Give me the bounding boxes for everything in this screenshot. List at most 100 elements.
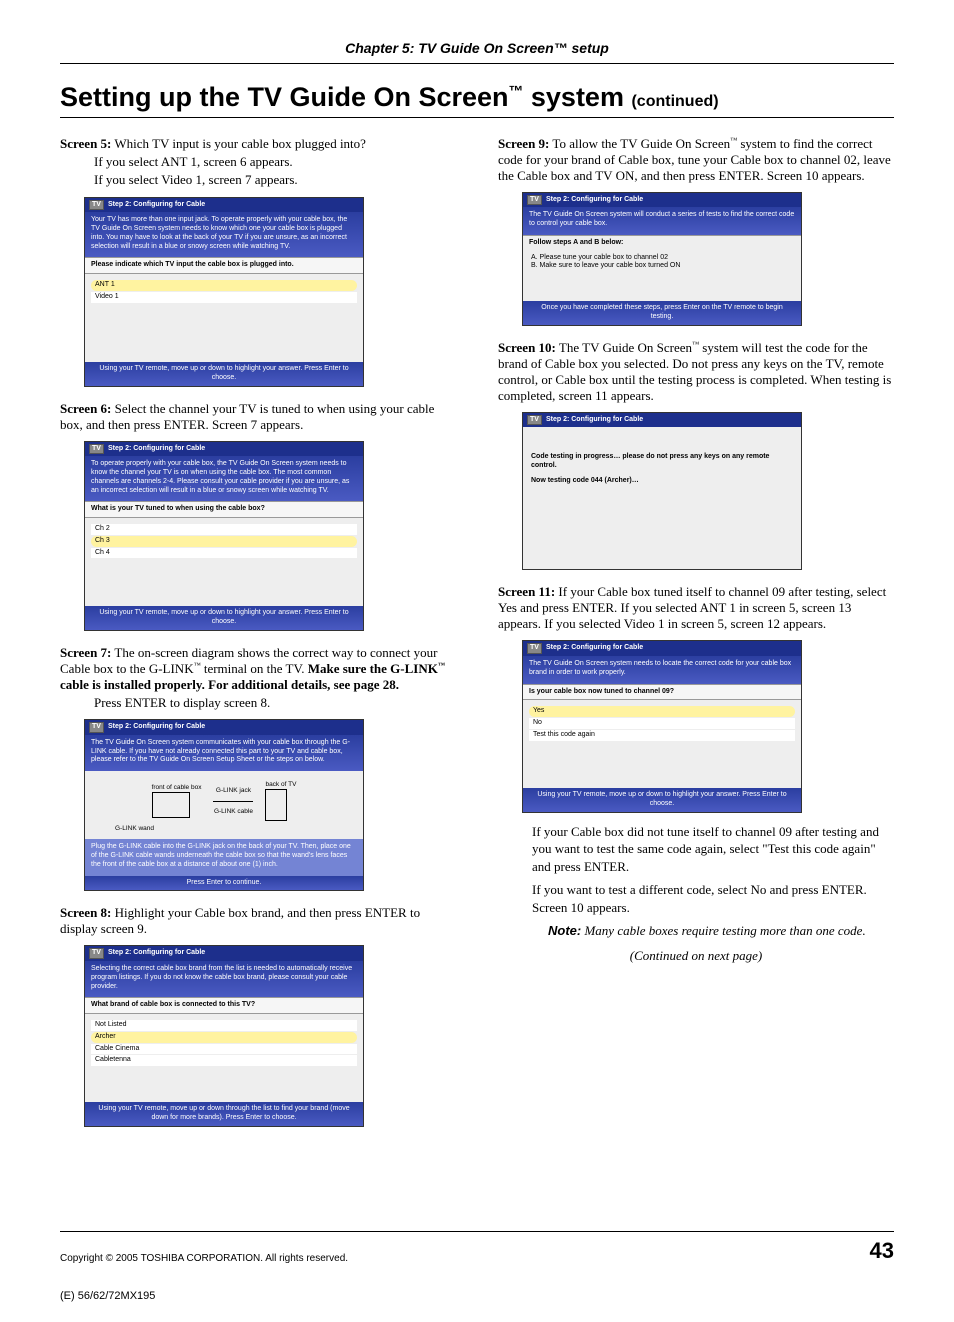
shot9-desc: The TV Guide On Screen system will condu… bbox=[523, 207, 801, 235]
shot8-opt2: Archer bbox=[91, 1032, 357, 1043]
tv-icon: TV bbox=[527, 643, 542, 654]
post11-p1: If your Cable box did not tune itself to… bbox=[498, 823, 894, 876]
screen-9-block: Screen 9: To allow the TV Guide On Scree… bbox=[498, 136, 894, 326]
tv-icon: TV bbox=[527, 195, 542, 206]
content-columns: Screen 5: Which TV input is your cable b… bbox=[60, 136, 894, 1141]
screen-5-line1: Which TV input is your cable box plugged… bbox=[114, 136, 366, 151]
shot5-opt2: Video 1 bbox=[91, 292, 357, 303]
screen-11-label: Screen 11: bbox=[498, 584, 555, 599]
shot10-line2: Now testing code 044 (Archer)… bbox=[531, 477, 793, 486]
shot7-cable: G-LINK cable bbox=[213, 808, 253, 816]
divider-top bbox=[60, 63, 894, 64]
tv-icon: TV bbox=[527, 415, 542, 426]
shot11-mid: Is your cable box now tuned to channel 0… bbox=[523, 684, 801, 701]
screen-5-line3: If you select Video 1, screen 7 appears. bbox=[60, 171, 456, 189]
shot6-bar: Step 2: Configuring for Cable bbox=[108, 445, 205, 454]
shot7-glink: G-LINK jack bbox=[213, 787, 253, 795]
tv-icon: TV bbox=[89, 444, 104, 455]
screen-11-block: Screen 11: If your Cable box tuned itsel… bbox=[498, 584, 894, 964]
screen-5-label: Screen 5: bbox=[60, 136, 111, 151]
shot9-foot: Once you have completed these steps, pre… bbox=[523, 301, 801, 325]
screen-6-label: Screen 6: bbox=[60, 401, 111, 416]
page-title: Setting up the TV Guide On Screen™ syste… bbox=[60, 82, 894, 113]
screen-7-bold1b: cable is installed properly. For additio… bbox=[60, 677, 399, 692]
shot5-bar: Step 2: Configuring for Cable bbox=[108, 201, 205, 210]
title-continued: (continued) bbox=[631, 93, 718, 110]
shot5-opt1: ANT 1 bbox=[91, 280, 357, 291]
tv-icon: TV bbox=[89, 722, 104, 733]
screen-8-block: Screen 8: Highlight your Cable box brand… bbox=[60, 905, 456, 1126]
screen-8-text: Highlight your Cable box brand, and then… bbox=[60, 905, 420, 936]
shot7-wand: G-LINK wand bbox=[115, 825, 357, 833]
note-body: Many cable boxes require testing more th… bbox=[581, 923, 865, 938]
right-column: Screen 9: To allow the TV Guide On Scree… bbox=[498, 136, 894, 1141]
shot9-stepB: B. Make sure to leave your cable box tur… bbox=[531, 262, 793, 271]
screen-10-block: Screen 10: The TV Guide On Screen™ syste… bbox=[498, 340, 894, 571]
shot7-back: back of TV bbox=[265, 781, 296, 789]
shot11-opt1: Yes bbox=[529, 706, 795, 717]
shot8-opt3: Cable Cinema bbox=[91, 1044, 357, 1055]
shot7-diagram: front of cable box G-LINK jack G-LINK ca… bbox=[85, 771, 363, 839]
continued-next: (Continued on next page) bbox=[498, 948, 894, 964]
screenshot-5: TVStep 2: Configuring for Cable Your TV … bbox=[84, 197, 364, 387]
screen-11-text: If your Cable box tuned itself to channe… bbox=[498, 584, 886, 631]
screen-7-bold1: Make sure the G-LINK bbox=[308, 661, 438, 676]
shot10-line1: Code testing in progress… please do not … bbox=[531, 453, 793, 471]
tm: ™ bbox=[509, 84, 524, 100]
shot7-desc2: Plug the G-LINK cable into the G-LINK ja… bbox=[85, 839, 363, 875]
screen-7-line4: Press ENTER to display screen 8. bbox=[60, 694, 456, 712]
screen-8-label: Screen 8: bbox=[60, 905, 111, 920]
screenshot-7: TV Step 2: Configuring for Cable The TV G… bbox=[84, 719, 364, 891]
shot9-bar: Step 2: Configuring for Cable bbox=[546, 196, 643, 205]
shot11-opt3: Test this code again bbox=[529, 730, 795, 741]
screenshot-9: TV Step 2: Configuring for Cable The TV G… bbox=[522, 192, 802, 326]
screenshot-11: TVStep 2: Configuring for Cable The TV G… bbox=[522, 640, 802, 813]
screen-7-block: Screen 7: The on-screen diagram shows th… bbox=[60, 645, 456, 892]
copyright: Copyright © 2005 TOSHIBA CORPORATION. Al… bbox=[60, 1253, 348, 1264]
tv-icon: TV bbox=[89, 200, 104, 211]
tm: ™ bbox=[438, 661, 445, 669]
chapter-header: Chapter 5: TV Guide On Screen™ setup bbox=[60, 40, 894, 56]
model-code: (E) 56/62/72MX195 bbox=[60, 1290, 894, 1302]
screen-5-block: Screen 5: Which TV input is your cable b… bbox=[60, 136, 456, 387]
screenshot-10: TVStep 2: Configuring for Cable Code tes… bbox=[522, 412, 802, 571]
shot6-mid: What is your TV tuned to when using the … bbox=[85, 501, 363, 518]
shot6-opt3: Ch 4 bbox=[91, 548, 357, 559]
shot8-bar: Step 2: Configuring for Cable bbox=[108, 949, 205, 958]
shot7-foot: Press Enter to continue. bbox=[85, 876, 363, 891]
note-label: Note: bbox=[548, 923, 581, 938]
screenshot-8: TVStep 2: Configuring for Cable Selectin… bbox=[84, 945, 364, 1126]
screenshot-6: TV Step 2: Configuring for Cable To opera… bbox=[84, 441, 364, 631]
shot8-foot: Using your TV remote, move up or down th… bbox=[85, 1102, 363, 1126]
shot7-bar: Step 2: Configuring for Cable bbox=[108, 723, 205, 732]
screen-5-line2: If you select ANT 1, screen 6 appears. bbox=[60, 153, 456, 171]
screen-6-text: Select the channel your TV is tuned to w… bbox=[60, 401, 434, 432]
shot11-foot: Using your TV remote, move up or down to… bbox=[523, 788, 801, 812]
shot6-opt1: Ch 2 bbox=[91, 524, 357, 535]
shot8-mid: What brand of cable box is connected to … bbox=[85, 997, 363, 1014]
shot9-mid: Follow steps A and B below: bbox=[523, 235, 801, 251]
shot11-opt2: No bbox=[529, 718, 795, 729]
arrow-icon bbox=[213, 801, 253, 802]
shot5-mid: Please indicate which TV input the cable… bbox=[85, 257, 363, 274]
shot7-desc: The TV Guide On Screen system communicat… bbox=[85, 735, 363, 771]
screen-10-text-tail: system will test the code for the brand … bbox=[498, 340, 891, 403]
shot8-opt1: Not Listed bbox=[91, 1020, 357, 1031]
tv-icon: TV bbox=[89, 948, 104, 959]
screen-9-text: To allow the TV Guide On Screen bbox=[552, 136, 730, 151]
tm: ™ bbox=[194, 661, 201, 669]
left-column: Screen 5: Which TV input is your cable b… bbox=[60, 136, 456, 1141]
shot7-front: front of cable box bbox=[152, 784, 202, 792]
screen-10-text: The TV Guide On Screen bbox=[559, 340, 692, 355]
shot9-stepA: A. Please tune your cable box to channel… bbox=[531, 254, 793, 263]
page-footer: Copyright © 2005 TOSHIBA CORPORATION. Al… bbox=[60, 1231, 894, 1264]
shot11-desc: The TV Guide On Screen system needs to l… bbox=[523, 656, 801, 684]
shot6-foot: Using your TV remote, move up or down to… bbox=[85, 606, 363, 630]
shot6-desc: To operate properly with your cable box,… bbox=[85, 456, 363, 501]
shot8-opt4: Cabletenna bbox=[91, 1055, 357, 1066]
divider-sub bbox=[60, 117, 894, 118]
screen-7-label: Screen 7: bbox=[60, 645, 111, 660]
page-number: 43 bbox=[870, 1238, 894, 1264]
tm: ™ bbox=[692, 340, 699, 348]
screen-10-label: Screen 10: bbox=[498, 340, 556, 355]
